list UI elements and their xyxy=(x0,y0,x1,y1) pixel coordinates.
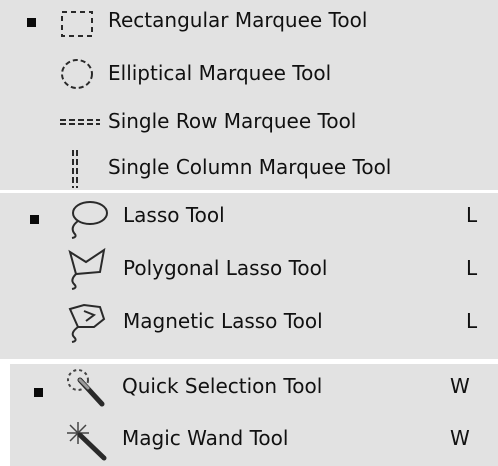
shortcut-key: L xyxy=(466,256,478,280)
menu-item-label: Elliptical Marquee Tool xyxy=(108,61,332,85)
menu-item-label: Magnetic Lasso Tool xyxy=(123,309,323,333)
menu-item-label: Quick Selection Tool xyxy=(122,374,323,398)
polygonal-lasso-icon xyxy=(64,247,110,290)
menu-item-label: Polygonal Lasso Tool xyxy=(123,256,328,280)
selected-indicator xyxy=(34,388,43,397)
shortcut-key: L xyxy=(466,203,478,227)
menu-item-label: Magic Wand Tool xyxy=(122,426,289,450)
menu-item-magnetic-lasso[interactable]: Magnetic Lasso Tool L xyxy=(0,301,498,343)
quick-selection-icon xyxy=(64,366,108,408)
marquee-tools-menu: Rectangular Marquee Tool Elliptical Marq… xyxy=(0,0,498,190)
single-column-marquee-icon xyxy=(70,148,80,190)
menu-item-single-row-marquee[interactable]: Single Row Marquee Tool xyxy=(0,100,498,140)
selection-tools-menu: Quick Selection Tool W Magic Wand Tool W xyxy=(10,364,498,466)
magnetic-lasso-icon xyxy=(64,301,110,343)
rectangular-marquee-icon xyxy=(60,10,96,40)
shortcut-key: W xyxy=(450,426,470,450)
menu-item-rectangular-marquee[interactable]: Rectangular Marquee Tool xyxy=(0,2,498,42)
menu-item-label: Rectangular Marquee Tool xyxy=(108,8,368,32)
single-row-marquee-icon xyxy=(58,117,102,127)
menu-item-polygonal-lasso[interactable]: Polygonal Lasso Tool L xyxy=(0,247,498,290)
selected-indicator xyxy=(30,215,39,224)
lasso-icon xyxy=(64,199,110,239)
shortcut-key: W xyxy=(450,374,470,398)
menu-item-elliptical-marquee[interactable]: Elliptical Marquee Tool xyxy=(0,52,498,92)
menu-item-label: Single Row Marquee Tool xyxy=(108,109,357,133)
menu-item-label: Single Column Marquee Tool xyxy=(108,155,392,179)
selected-indicator xyxy=(27,18,36,27)
magic-wand-icon xyxy=(62,418,110,461)
shortcut-key: L xyxy=(466,309,478,333)
menu-item-magic-wand[interactable]: Magic Wand Tool W xyxy=(10,418,498,461)
elliptical-marquee-icon xyxy=(60,58,96,92)
menu-item-quick-selection[interactable]: Quick Selection Tool W xyxy=(10,366,498,408)
menu-item-label: Lasso Tool xyxy=(123,203,225,227)
lasso-tools-menu: Lasso Tool L Polygonal Lasso Tool L Magn… xyxy=(0,193,498,359)
menu-item-lasso[interactable]: Lasso Tool L xyxy=(0,195,498,239)
menu-item-single-column-marquee[interactable]: Single Column Marquee Tool xyxy=(0,145,498,188)
